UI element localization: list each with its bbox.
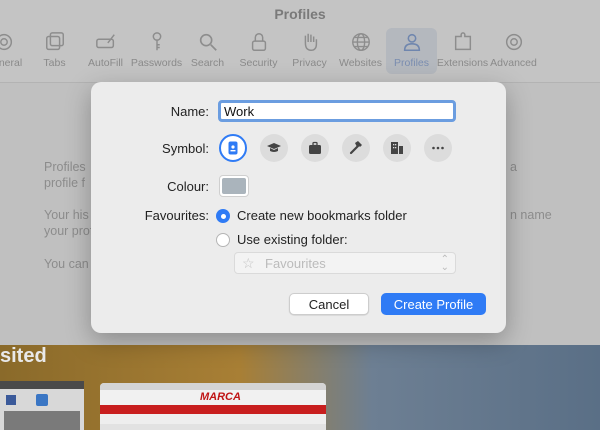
section-heading: sited xyxy=(0,345,47,367)
autofill-pencil-icon xyxy=(95,34,115,49)
cancel-button[interactable]: Cancel xyxy=(289,293,369,315)
graduation-cap-icon xyxy=(267,143,281,152)
bg-text: n name xyxy=(510,208,552,222)
thumbnail-badges xyxy=(100,414,326,424)
tab-passwords-label: Passwords xyxy=(130,57,183,69)
tab-search-label: Search xyxy=(190,57,225,69)
symbol-more[interactable] xyxy=(424,134,452,162)
tab-advanced[interactable]: Advanced xyxy=(488,28,539,74)
name-label: Name: xyxy=(170,104,209,119)
tab-tabs-label: Tabs xyxy=(43,57,66,69)
site-thumbnail[interactable] xyxy=(0,381,84,430)
hammer-icon xyxy=(349,141,362,155)
colour-well[interactable] xyxy=(219,175,249,197)
symbol-hammer[interactable] xyxy=(342,134,370,162)
person-icon xyxy=(403,33,420,52)
hand-icon xyxy=(304,33,317,51)
symbol-id-badge[interactable] xyxy=(219,134,247,162)
lock-icon xyxy=(251,33,266,51)
bg-text: your prof xyxy=(44,224,94,238)
symbol-building[interactable] xyxy=(383,134,411,162)
tab-security[interactable]: Security xyxy=(233,28,284,74)
thumbnail-image xyxy=(4,411,80,430)
more-icon xyxy=(432,146,444,150)
tab-advanced-label: Advanced xyxy=(490,57,537,69)
tab-websites[interactable]: Websites xyxy=(335,28,386,74)
bg-text: You can xyxy=(44,257,89,271)
tab-privacy-label: Privacy xyxy=(292,57,327,69)
tab-profiles-label: Profiles xyxy=(393,57,429,69)
create-profile-button[interactable]: Create Profile xyxy=(381,293,486,315)
radio-create-new-folder-label[interactable]: Create new bookmarks folder xyxy=(237,208,407,223)
key-icon xyxy=(152,32,161,51)
site-thumbnail[interactable]: MARCA xyxy=(100,383,326,430)
tab-extensions-label: Extensions xyxy=(436,57,489,69)
building-icon xyxy=(391,142,403,154)
profile-name-input[interactable] xyxy=(218,100,456,122)
colour-swatch-fill xyxy=(222,178,246,194)
existing-folder-select: ☆ Favourites ⌃ ⌄ xyxy=(234,252,456,274)
thumbnail-logo xyxy=(36,394,48,406)
globe-icon xyxy=(351,33,370,51)
thumbnail-header xyxy=(0,381,84,389)
tab-passwords[interactable]: Passwords xyxy=(131,28,182,74)
thumbnail-masthead: MARCA xyxy=(100,390,326,405)
tab-autofill-label: AutoFill xyxy=(87,57,123,69)
settings-toolbar: General Tabs AutoFill Passwords Search S… xyxy=(0,28,539,76)
symbol-graduation-cap[interactable] xyxy=(260,134,288,162)
bg-text: Your his xyxy=(44,208,89,222)
id-badge-icon xyxy=(228,141,238,155)
star-icon: ☆ xyxy=(242,255,255,271)
tab-autofill[interactable]: AutoFill xyxy=(80,28,131,74)
create-profile-dialog: Name: Symbol: Colour: Favourites: Create… xyxy=(91,82,506,333)
tab-general-label: General xyxy=(0,57,23,69)
tab-security-label: Security xyxy=(239,57,278,69)
puzzle-icon xyxy=(454,32,471,51)
symbol-briefcase[interactable] xyxy=(301,134,329,162)
existing-folder-value: Favourites xyxy=(265,256,326,271)
briefcase-icon xyxy=(309,141,321,154)
tab-general[interactable]: General xyxy=(0,28,29,74)
tab-privacy[interactable]: Privacy xyxy=(284,28,335,74)
gear-icon xyxy=(0,33,12,51)
thumbnail-nav xyxy=(100,405,326,414)
search-icon xyxy=(199,33,217,51)
gear-icon xyxy=(505,33,522,51)
symbol-label: Symbol: xyxy=(162,141,209,156)
thumbnail-header xyxy=(100,383,326,390)
tab-tabs[interactable]: Tabs xyxy=(29,28,80,74)
colour-label: Colour: xyxy=(167,179,209,194)
frequently-visited-section: sited MARCA xyxy=(0,345,600,430)
radio-create-new-folder[interactable] xyxy=(216,209,230,223)
radio-use-existing-folder-label[interactable]: Use existing folder: xyxy=(237,232,348,247)
chevron-updown-icon: ⌃ ⌄ xyxy=(440,254,449,273)
tab-extensions[interactable]: Extensions xyxy=(437,28,488,74)
window-title: Profiles xyxy=(274,6,326,22)
thumbnail-logo xyxy=(6,395,16,405)
bg-text: profile f xyxy=(44,176,85,190)
tab-websites-label: Websites xyxy=(339,57,382,69)
thumbnail-logo-text: MARCA xyxy=(200,391,241,403)
bg-text: Profiles xyxy=(44,160,86,174)
tab-profiles[interactable]: Profiles xyxy=(386,28,437,74)
tabs-icon xyxy=(45,32,64,51)
favourites-label: Favourites: xyxy=(144,208,209,223)
radio-use-existing-folder[interactable] xyxy=(216,233,230,247)
bg-text: a xyxy=(510,160,517,174)
tab-search[interactable]: Search xyxy=(182,28,233,74)
